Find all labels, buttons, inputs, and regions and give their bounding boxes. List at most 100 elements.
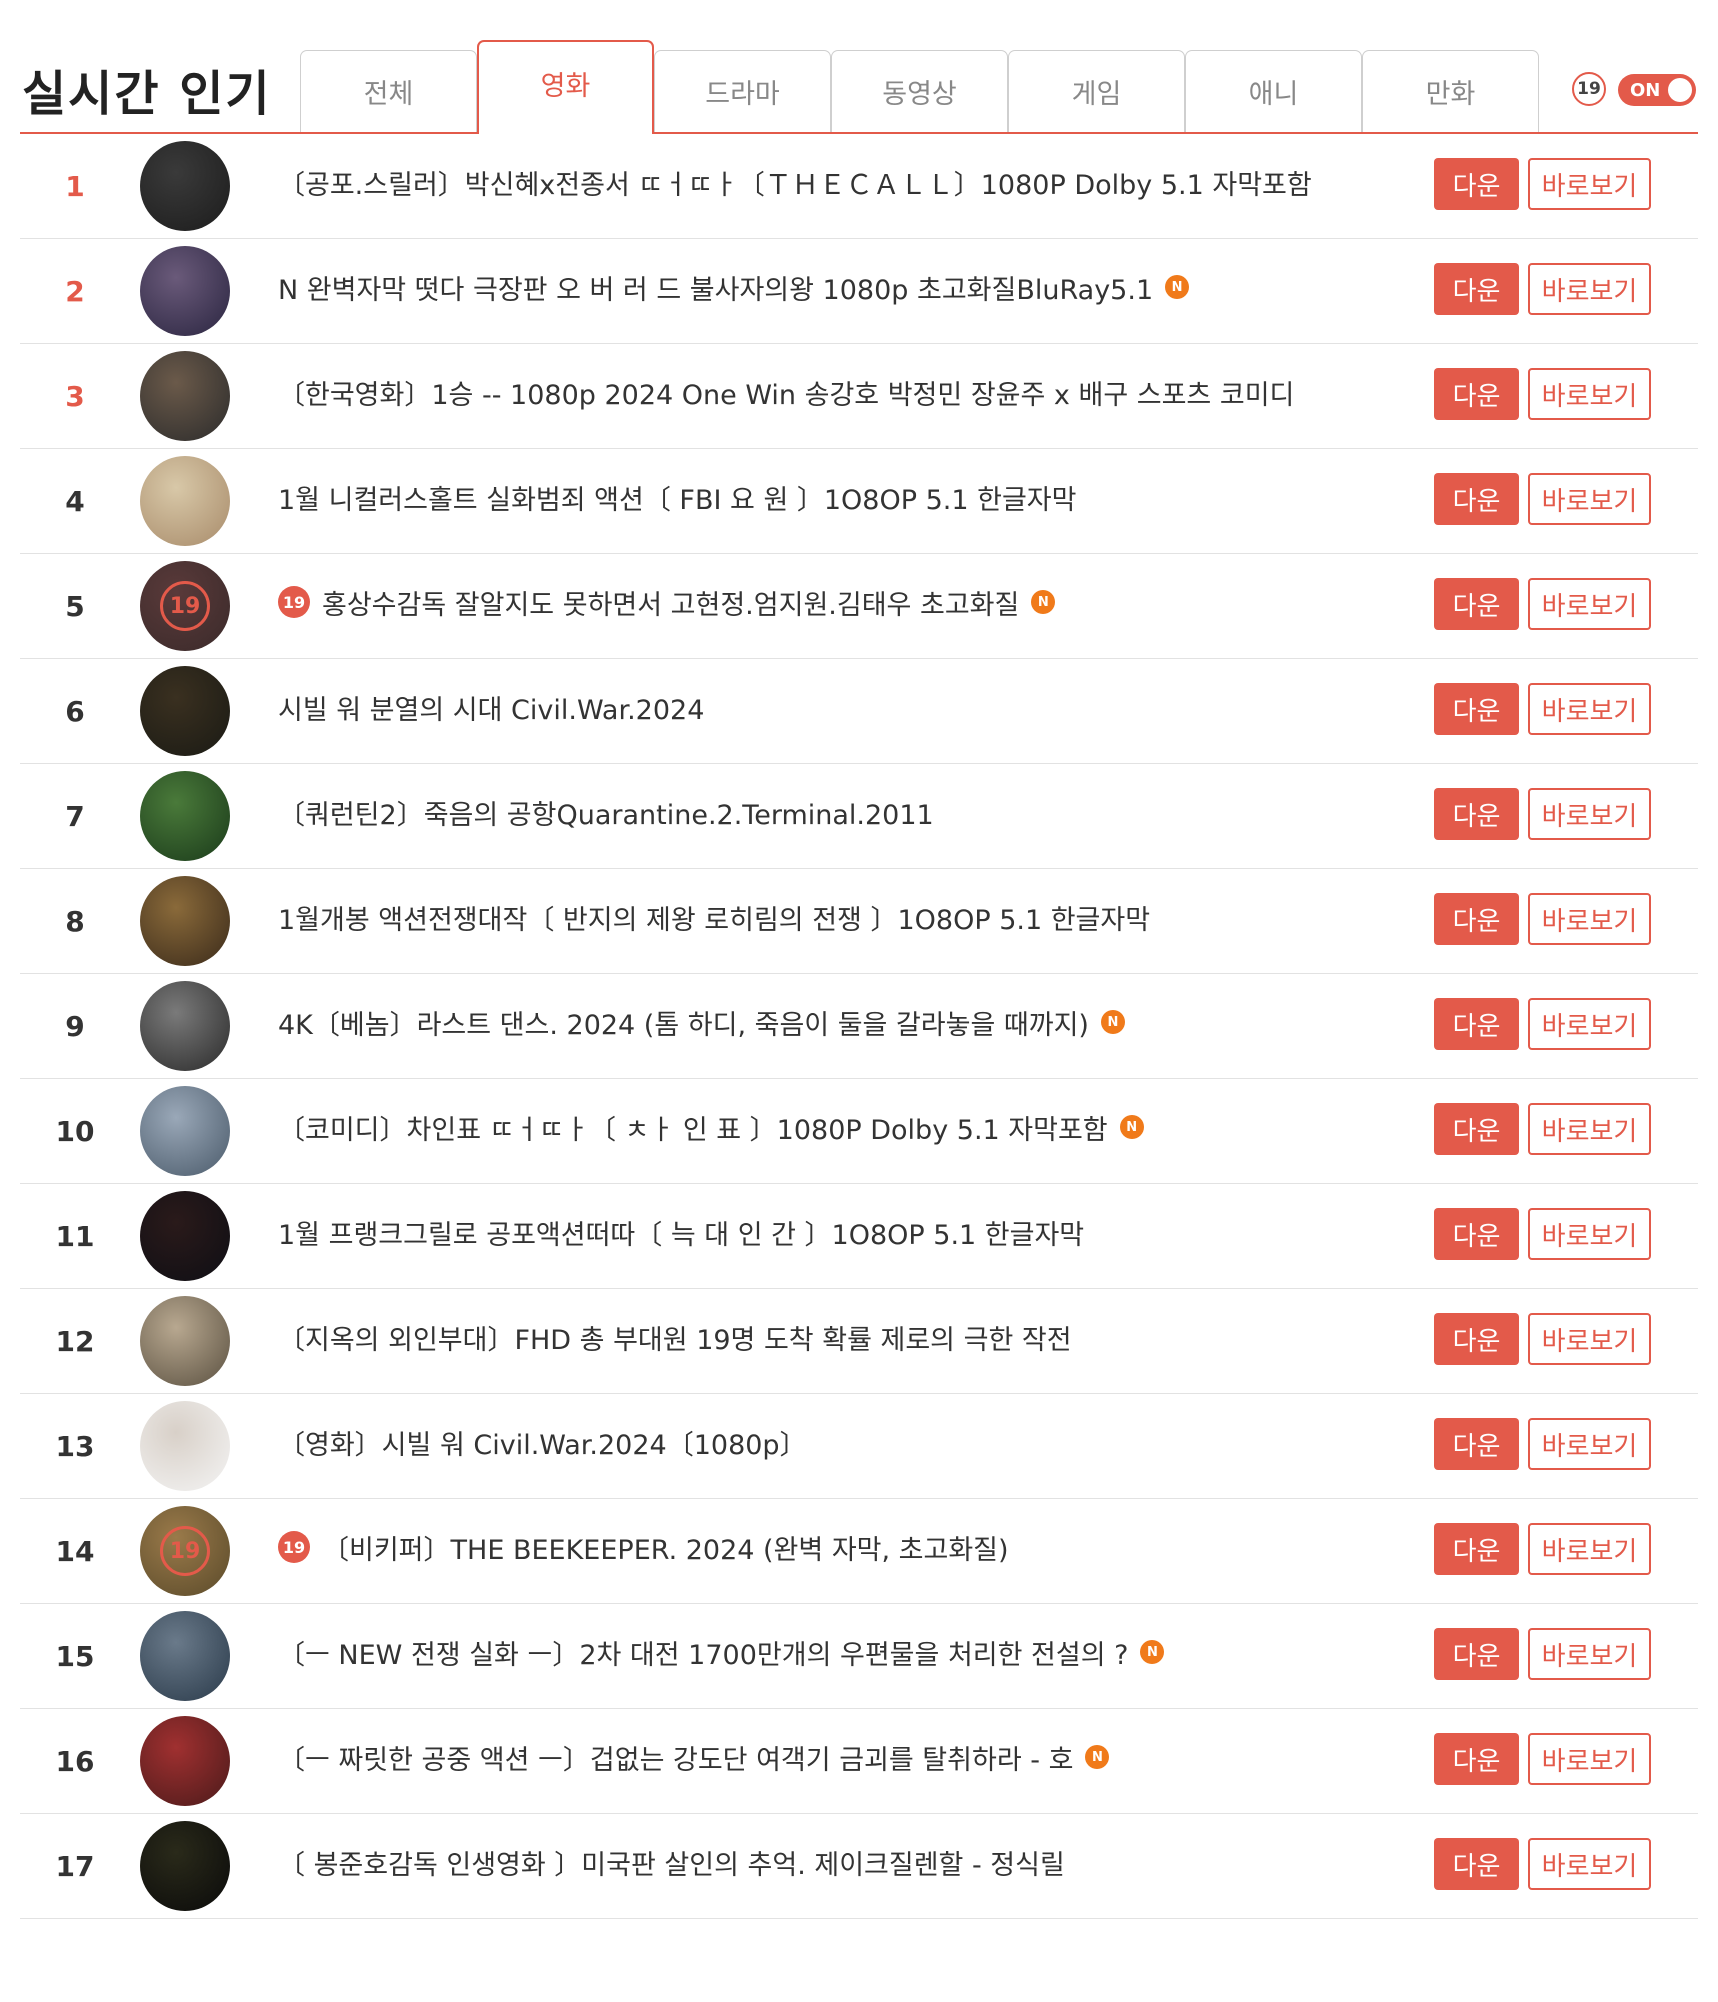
item-info[interactable]: 19 홍상수감독 잘알지도 못하면서 고현정.엄지원.김태우 초고화질 N <box>278 554 1056 650</box>
view-button[interactable]: 바로보기 <box>1528 158 1651 210</box>
download-button[interactable]: 다운 <box>1434 1838 1519 1890</box>
download-button[interactable]: 다운 <box>1434 788 1519 840</box>
download-button[interactable]: 다운 <box>1434 1523 1519 1575</box>
view-button[interactable]: 바로보기 <box>1528 578 1651 630</box>
list-item[interactable]: 15 〔ㅡ NEW 전쟁 실화 ㅡ〕2차 대전 1700만개의 우편물을 처리한 … <box>20 1604 1698 1709</box>
download-button[interactable]: 다운 <box>1434 1418 1519 1470</box>
list-item[interactable]: 8 1월개봉 액션전쟁대작〔 반지의 제왕 로히림의 전쟁 〕1O8OP 5.1 … <box>20 869 1698 974</box>
download-button[interactable]: 다운 <box>1434 473 1519 525</box>
item-info[interactable]: 〔ㅡ NEW 전쟁 실화 ㅡ〕2차 대전 1700만개의 우편물을 처리한 전설… <box>278 1604 1165 1700</box>
item-info[interactable]: 〔한국영화〕1승 -- 1080p 2024 One Win 송강호 박정민 장… <box>278 344 1294 440</box>
view-button[interactable]: 바로보기 <box>1528 1208 1651 1260</box>
item-info[interactable]: 19 〔비키퍼〕THE BEEKEEPER. 2024 (완벽 자막, 초고화질) <box>278 1499 1009 1595</box>
thumbnail[interactable] <box>140 1716 230 1806</box>
list-item[interactable]: 13 〔영화〕시빌 워 Civil.War.2024〔1080p〕 다운 바로보기 <box>20 1394 1698 1499</box>
view-button[interactable]: 바로보기 <box>1528 368 1651 420</box>
item-title[interactable]: 1월 프랭크그릴로 공포액션떠따〔 늑 대 인 간 〕1O8OP 5.1 한글자… <box>278 1213 1084 1252</box>
download-button[interactable]: 다운 <box>1434 1208 1519 1260</box>
item-title[interactable]: 〔비키퍼〕THE BEEKEEPER. 2024 (완벽 자막, 초고화질) <box>322 1528 1009 1567</box>
item-title[interactable]: 시빌 워 분열의 시대 Civil.War.2024 <box>278 688 704 727</box>
thumbnail[interactable] <box>140 1296 230 1386</box>
item-title[interactable]: 〔쿼런틴2〕죽음의 공항Quarantine.2.Terminal.2011 <box>278 793 934 832</box>
item-info[interactable]: N 완벽자막 떳다 극장판 오 버 러 드 불사자의왕 1080p 초고화질Bl… <box>278 239 1190 335</box>
tab-6[interactable]: 만화 <box>1362 50 1539 132</box>
download-button[interactable]: 다운 <box>1434 263 1519 315</box>
tab-4[interactable]: 게임 <box>1008 50 1185 132</box>
thumbnail[interactable] <box>140 141 230 231</box>
list-item[interactable]: 10 〔코미디〕차인표 ㄸㅓㄸㅏ〔 ㅊㅏ 인 표 〕1080P Dolby 5.1… <box>20 1079 1698 1184</box>
item-title[interactable]: 1월 니컬러스홀트 실화범죄 액션〔 FBI 요 원 〕1O8OP 5.1 한글… <box>278 478 1076 517</box>
item-info[interactable]: 〔지옥의 외인부대〕FHD 총 부대원 19명 도착 확률 제로의 극한 작전 <box>278 1289 1072 1385</box>
list-item[interactable]: 2 N 완벽자막 떳다 극장판 오 버 러 드 불사자의왕 1080p 초고화질B… <box>20 239 1698 344</box>
view-button[interactable]: 바로보기 <box>1528 1838 1651 1890</box>
tab-3[interactable]: 동영상 <box>831 50 1008 132</box>
tab-2[interactable]: 드라마 <box>654 50 831 132</box>
item-title[interactable]: 〔지옥의 외인부대〕FHD 총 부대원 19명 도착 확률 제로의 극한 작전 <box>278 1318 1072 1357</box>
item-info[interactable]: 〔ㅡ 짜릿한 공중 액션 ㅡ〕겁없는 강도단 여객기 금괴를 탈취하라 - 호 N <box>278 1709 1110 1805</box>
thumbnail[interactable] <box>140 876 230 966</box>
item-info[interactable]: 〔영화〕시빌 워 Civil.War.2024〔1080p〕 <box>278 1394 807 1490</box>
view-button[interactable]: 바로보기 <box>1528 1523 1651 1575</box>
thumbnail[interactable] <box>140 666 230 756</box>
list-item[interactable]: 11 1월 프랭크그릴로 공포액션떠따〔 늑 대 인 간 〕1O8OP 5.1 한… <box>20 1184 1698 1289</box>
thumbnail[interactable] <box>140 351 230 441</box>
list-item[interactable]: 14 19 19 〔비키퍼〕THE BEEKEEPER. 2024 (완벽 자막, 초… <box>20 1499 1698 1604</box>
item-info[interactable]: 1월개봉 액션전쟁대작〔 반지의 제왕 로히림의 전쟁 〕1O8OP 5.1 한… <box>278 869 1150 965</box>
item-title[interactable]: 〔영화〕시빌 워 Civil.War.2024〔1080p〕 <box>278 1423 807 1462</box>
item-info[interactable]: 시빌 워 분열의 시대 Civil.War.2024 <box>278 659 704 755</box>
download-button[interactable]: 다운 <box>1434 1313 1519 1365</box>
download-button[interactable]: 다운 <box>1434 1733 1519 1785</box>
item-title[interactable]: 〔ㅡ NEW 전쟁 실화 ㅡ〕2차 대전 1700만개의 우편물을 처리한 전설… <box>278 1633 1128 1672</box>
view-button[interactable]: 바로보기 <box>1528 1733 1651 1785</box>
item-title[interactable]: 1월개봉 액션전쟁대작〔 반지의 제왕 로히림의 전쟁 〕1O8OP 5.1 한… <box>278 898 1150 937</box>
view-button[interactable]: 바로보기 <box>1528 683 1651 735</box>
thumbnail[interactable] <box>140 1821 230 1911</box>
list-item[interactable]: 5 19 19 홍상수감독 잘알지도 못하면서 고현정.엄지원.김태우 초고화질 N 다운… <box>20 554 1698 659</box>
list-item[interactable]: 7 〔쿼런틴2〕죽음의 공항Quarantine.2.Terminal.2011 다… <box>20 764 1698 869</box>
download-button[interactable]: 다운 <box>1434 1103 1519 1155</box>
tab-1[interactable]: 영화 <box>477 40 654 134</box>
item-title[interactable]: 〔코미디〕차인표 ㄸㅓㄸㅏ〔 ㅊㅏ 인 표 〕1080P Dolby 5.1 자… <box>278 1108 1108 1147</box>
list-item[interactable]: 6 시빌 워 분열의 시대 Civil.War.2024 다운 바로보기 <box>20 659 1698 764</box>
thumbnail[interactable] <box>140 981 230 1071</box>
item-title[interactable]: 〔공포.스릴러〕박신혜x전종서 ㄸㅓㄸㅏ〔ＴＨＥＣＡＬＬ〕1080P Dolby… <box>278 163 1312 202</box>
item-title[interactable]: 4K〔베놈〕라스트 댄스. 2024 (톰 하디, 죽음이 둘을 갈라놓을 때까… <box>278 1003 1089 1042</box>
view-button[interactable]: 바로보기 <box>1528 1418 1651 1470</box>
item-info[interactable]: 1월 니컬러스홀트 실화범죄 액션〔 FBI 요 원 〕1O8OP 5.1 한글… <box>278 449 1076 545</box>
list-item[interactable]: 12 〔지옥의 외인부대〕FHD 총 부대원 19명 도착 확률 제로의 극한 작… <box>20 1289 1698 1394</box>
view-button[interactable]: 바로보기 <box>1528 1628 1651 1680</box>
view-button[interactable]: 바로보기 <box>1528 998 1651 1050</box>
list-item[interactable]: 4 1월 니컬러스홀트 실화범죄 액션〔 FBI 요 원 〕1O8OP 5.1 한… <box>20 449 1698 554</box>
item-title[interactable]: N 완벽자막 떳다 극장판 오 버 러 드 불사자의왕 1080p 초고화질Bl… <box>278 268 1153 307</box>
download-button[interactable]: 다운 <box>1434 368 1519 420</box>
item-title[interactable]: 〔한국영화〕1승 -- 1080p 2024 One Win 송강호 박정민 장… <box>278 373 1294 412</box>
download-button[interactable]: 다운 <box>1434 893 1519 945</box>
item-title[interactable]: 〔 봉준호감독 인생영화 〕미국판 살인의 추억. 제이크질렌할 - 정식릴 <box>278 1843 1065 1882</box>
item-info[interactable]: 〔 봉준호감독 인생영화 〕미국판 살인의 추억. 제이크질렌할 - 정식릴 <box>278 1814 1065 1910</box>
item-info[interactable]: 〔공포.스릴러〕박신혜x전종서 ㄸㅓㄸㅏ〔ＴＨＥＣＡＬＬ〕1080P Dolby… <box>278 134 1312 230</box>
list-item[interactable]: 16 〔ㅡ 짜릿한 공중 액션 ㅡ〕겁없는 강도단 여객기 금괴를 탈취하라 - … <box>20 1709 1698 1814</box>
adult-toggle[interactable]: ON <box>1618 74 1696 106</box>
thumbnail[interactable] <box>140 771 230 861</box>
view-button[interactable]: 바로보기 <box>1528 788 1651 840</box>
thumbnail[interactable]: 19 <box>140 561 230 651</box>
thumbnail[interactable] <box>140 456 230 546</box>
view-button[interactable]: 바로보기 <box>1528 473 1651 525</box>
tab-0[interactable]: 전체 <box>300 50 477 132</box>
item-info[interactable]: 4K〔베놈〕라스트 댄스. 2024 (톰 하디, 죽음이 둘을 갈라놓을 때까… <box>278 974 1125 1070</box>
download-button[interactable]: 다운 <box>1434 158 1519 210</box>
list-item[interactable]: 9 4K〔베놈〕라스트 댄스. 2024 (톰 하디, 죽음이 둘을 갈라놓을 때… <box>20 974 1698 1079</box>
download-button[interactable]: 다운 <box>1434 1628 1519 1680</box>
list-item[interactable]: 1 〔공포.스릴러〕박신혜x전종서 ㄸㅓㄸㅏ〔ＴＨＥＣＡＬＬ〕1080P Dolb… <box>20 134 1698 239</box>
thumbnail[interactable] <box>140 1401 230 1491</box>
thumbnail[interactable] <box>140 246 230 336</box>
item-title[interactable]: 홍상수감독 잘알지도 못하면서 고현정.엄지원.김태우 초고화질 <box>322 583 1019 622</box>
view-button[interactable]: 바로보기 <box>1528 1103 1651 1155</box>
item-info[interactable]: 〔코미디〕차인표 ㄸㅓㄸㅏ〔 ㅊㅏ 인 표 〕1080P Dolby 5.1 자… <box>278 1079 1144 1175</box>
thumbnail[interactable] <box>140 1086 230 1176</box>
list-item[interactable]: 3 〔한국영화〕1승 -- 1080p 2024 One Win 송강호 박정민 … <box>20 344 1698 449</box>
tab-5[interactable]: 애니 <box>1185 50 1362 132</box>
item-info[interactable]: 〔쿼런틴2〕죽음의 공항Quarantine.2.Terminal.2011 <box>278 764 934 860</box>
item-info[interactable]: 1월 프랭크그릴로 공포액션떠따〔 늑 대 인 간 〕1O8OP 5.1 한글자… <box>278 1184 1084 1280</box>
view-button[interactable]: 바로보기 <box>1528 1313 1651 1365</box>
